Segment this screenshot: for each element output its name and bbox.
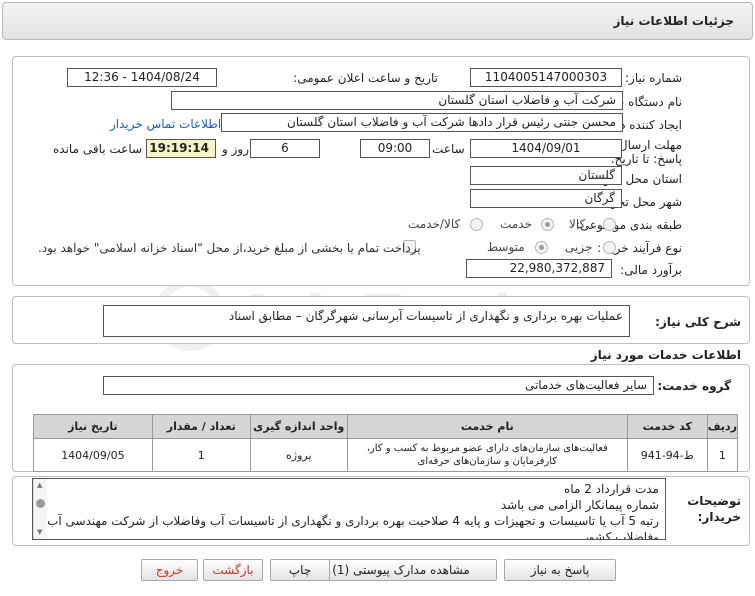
notes-scrollbar[interactable]: ▲ ▼ [33, 479, 47, 539]
estimate-label: برآورد مالی: [620, 263, 682, 277]
notes-textarea[interactable]: مدت قرارداد 2 ماه شماره پیمانکار الزامی … [32, 478, 666, 540]
process-option-medium: متوسط [487, 240, 525, 254]
table-header-row: ردیف کد خدمت نام خدمت واحد اندازه گیری ت… [33, 414, 739, 439]
category-radio-goods-service[interactable] [470, 218, 483, 231]
notes-line: رتبه 5 آب یا تاسیسات و تجهیزات و پایه 4 … [47, 514, 659, 540]
deadline-time-field: 09:00 [360, 139, 430, 158]
col-unit-header: واحد اندازه گیری [249, 414, 348, 439]
city-field: گرگان [470, 189, 622, 208]
need-number-label: شماره نیاز: [625, 71, 682, 85]
cell-need-date: 1404/09/05 [33, 438, 153, 472]
cell-row-number: 1 [706, 438, 739, 472]
buyer-org-field: شرکت آب و فاضلاب استان گلستان [171, 91, 623, 110]
description-label: شرح کلی نیاز: [655, 315, 741, 329]
creator-field: محسن جنتی رئیس قرار دادها شرکت آب و فاضل… [221, 113, 623, 132]
notes-label: توضیحات خریدار: [687, 494, 741, 524]
category-option-goods-service: کالا/خدمت [408, 217, 461, 231]
services-table: ردیف کد خدمت نام خدمت واحد اندازه گیری ت… [33, 414, 739, 472]
view-attachments-button[interactable]: مشاهده مدارک پیوستی (1) [305, 559, 497, 581]
back-button[interactable]: بازگشت [203, 559, 263, 581]
service-group-field: سایر فعالیت‌های خدماتی [103, 376, 654, 395]
cell-quantity: 1 [151, 438, 251, 472]
category-label: طبقه بندی موضوعی: [575, 218, 682, 232]
payment-note: پرداخت تمام یا بخشی از مبلغ خرید،از محل … [38, 241, 421, 255]
category-radio-service[interactable] [541, 218, 554, 231]
scroll-up-icon[interactable]: ▲ [37, 481, 42, 489]
deadline-date-field: 1404/09/01 [470, 139, 622, 158]
page-header: جزئیات اطلاعات نیاز [2, 2, 753, 40]
buyer-contact-link[interactable]: اطلاعات تماس خریدار [110, 117, 221, 131]
remaining-time-field: 19:19:14 [146, 139, 216, 158]
notes-line: شماره پیمانکار الزامی می باشد [500, 498, 659, 512]
cell-service-name: فعالیت‌های سازمان‌های دارای عضو مربوط به… [346, 438, 628, 472]
estimate-field: 22,980,372,887 [466, 259, 612, 278]
exit-button[interactable]: خروج [141, 559, 198, 581]
cell-unit: پروژه [249, 438, 348, 472]
services-section-title: اطلاعات خدمات مورد نیاز [590, 348, 741, 362]
process-radio-medium[interactable] [535, 241, 548, 254]
remaining-days-field: 6 [250, 139, 320, 158]
service-group-label: گروه خدمت: [657, 379, 731, 393]
col-quantity-header: تعداد / مقدار [151, 414, 251, 439]
col-code-header: کد خدمت [626, 414, 708, 439]
col-name-header: نام خدمت [346, 414, 628, 439]
description-field: عملیات بهره برداری و نگهداری از تاسیسات … [103, 305, 630, 337]
scroll-thumb[interactable] [36, 499, 45, 508]
process-option-minor: جزیی [565, 240, 593, 254]
remaining-time-label: ساعت باقی مانده [53, 142, 143, 156]
scroll-down-icon[interactable]: ▼ [37, 528, 42, 536]
notes-line: مدت قرارداد 2 ماه [564, 482, 659, 496]
process-radio-minor[interactable] [603, 241, 616, 254]
page-title: جزئیات اطلاعات نیاز [613, 14, 734, 28]
need-number-field: 1104005147000303 [470, 68, 622, 87]
category-option-goods: کالا [569, 217, 586, 231]
announce-datetime-field: 1404/08/24 - 12:36 [67, 68, 217, 87]
table-row: 1 ط-94-941 فعالیت‌های سازمان‌های دارای ع… [33, 438, 739, 472]
print-button[interactable]: چاپ [270, 559, 330, 581]
category-radio-goods[interactable] [603, 218, 616, 231]
province-field: گلستان [470, 166, 622, 185]
category-option-service: خدمت [500, 217, 532, 231]
cell-service-code: ط-94-941 [626, 438, 708, 472]
col-row-header: ردیف [706, 414, 739, 439]
announce-label: تاریخ و ساعت اعلان عمومی: [293, 71, 438, 85]
reply-button[interactable]: پاسخ به نیاز [504, 559, 616, 581]
col-date-header: تاریخ نیاز [33, 414, 153, 439]
deadline-time-label: ساعت [432, 142, 465, 156]
days-label: روز و [222, 142, 249, 156]
